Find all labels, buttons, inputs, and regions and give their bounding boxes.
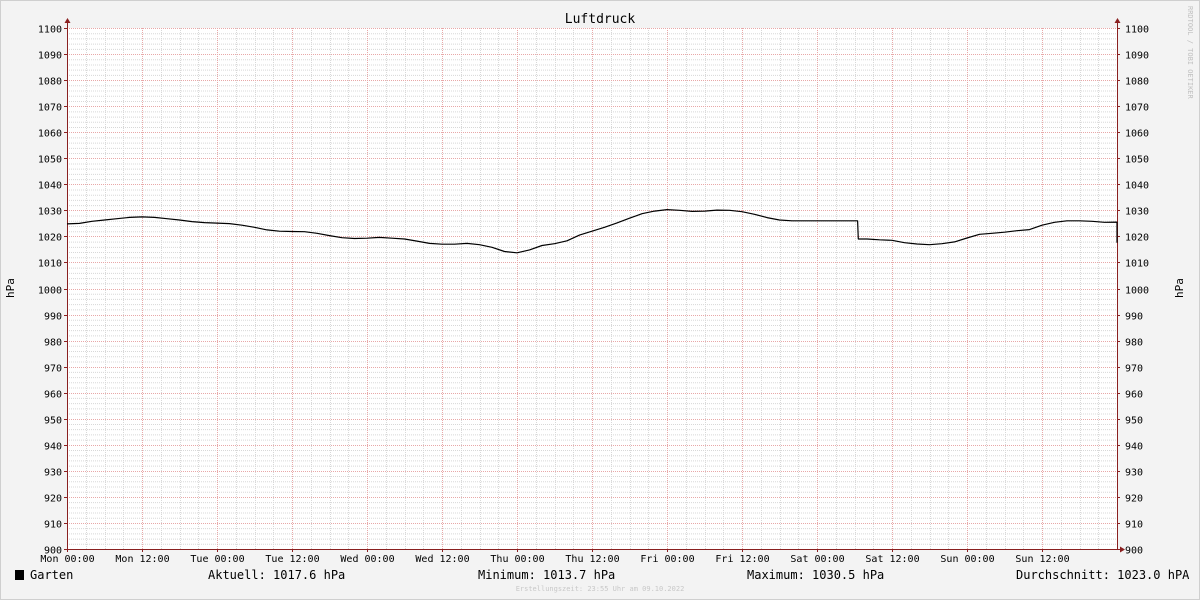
stat-minimum: Minimum: 1013.7 hPa <box>478 568 616 582</box>
y-tick-label-right: 1050 <box>1125 155 1149 166</box>
chart-title: Luftdruck <box>565 12 636 27</box>
x-tick-label: Tue 12:00 <box>265 554 319 565</box>
y-tick-label-left: 1070 <box>38 103 62 114</box>
x-tick-label: Sun 12:00 <box>1015 554 1069 565</box>
y-tick-label-right: 1030 <box>1125 207 1149 218</box>
y-tick-label-right: 930 <box>1125 468 1143 479</box>
x-tick-label: Mon 12:00 <box>115 554 169 565</box>
y-tick-label-left: 980 <box>44 338 62 349</box>
y-tick-label-left: 1080 <box>38 77 62 88</box>
y-tick-label-left: 990 <box>44 312 62 323</box>
series-swatch <box>15 570 24 580</box>
creation-timestamp: Erstellungszeit: 23:55 Uhr am 09.10.2022 <box>515 585 685 593</box>
y-tick-label-right: 1060 <box>1125 129 1149 140</box>
y-tick-label-right: 1100 <box>1125 25 1149 36</box>
y-tick-label-left: 940 <box>44 442 62 453</box>
y-tick-label-left: 1090 <box>38 51 62 62</box>
x-tick-label: Thu 12:00 <box>565 554 619 565</box>
y-tick-label-left: 1030 <box>38 207 62 218</box>
y-tick-label-left: 1040 <box>38 181 62 192</box>
x-tick-label: Mon 00:00 <box>40 554 94 565</box>
y-tick-label-right: 920 <box>1125 494 1143 505</box>
y-axis-label-left: hPa <box>4 278 17 298</box>
y-tick-label-left: 1000 <box>38 286 62 297</box>
y-tick-label-right: 990 <box>1125 312 1143 323</box>
y-tick-label-left: 910 <box>44 520 62 531</box>
y-tick-label-right: 1020 <box>1125 233 1149 244</box>
y-tick-label-right: 1000 <box>1125 286 1149 297</box>
y-tick-label-left: 930 <box>44 468 62 479</box>
y-tick-label-left: 960 <box>44 390 62 401</box>
y-tick-label-left: 970 <box>44 364 62 375</box>
y-tick-label-right: 1090 <box>1125 51 1149 62</box>
stat-maximum: Maximum: 1030.5 hPa <box>747 568 885 582</box>
y-tick-label-left: 1020 <box>38 233 62 244</box>
x-tick-label: Sat 12:00 <box>865 554 919 565</box>
rrdtool-watermark: RRDTOOL / TOBI OETIKER <box>1186 6 1194 100</box>
legend-bar: Garten Aktuell: 1017.6 hPa Minimum: 1013… <box>0 566 1200 586</box>
x-tick-label: Tue 00:00 <box>190 554 244 565</box>
y-tick-label-left: 950 <box>44 416 62 427</box>
x-tick-label: Wed 12:00 <box>415 554 469 565</box>
y-tick-label-right: 980 <box>1125 338 1143 349</box>
x-tick-label: Sat 00:00 <box>790 554 844 565</box>
y-tick-label-right: 1040 <box>1125 181 1149 192</box>
stat-current: Aktuell: 1017.6 hPa <box>208 568 346 582</box>
x-tick-label: Fri 12:00 <box>715 554 769 565</box>
y-tick-label-left: 1050 <box>38 155 62 166</box>
y-axis-arrow-left <box>64 18 71 23</box>
y-tick-label-left: 1060 <box>38 129 62 140</box>
stat-average: Durchschnitt: 1023.0 hPA <box>1016 568 1190 582</box>
y-tick-label-right: 940 <box>1125 442 1143 453</box>
y-tick-label-left: 1010 <box>38 259 62 270</box>
y-axis-arrow-right <box>1114 18 1121 23</box>
y-tick-label-right: 960 <box>1125 390 1143 401</box>
x-tick-label: Thu 00:00 <box>490 554 544 565</box>
legend-series-label: Garten <box>30 568 74 582</box>
x-tick-label: Sun 00:00 <box>940 554 994 565</box>
y-tick-label-right: 900 <box>1125 546 1143 557</box>
y-tick-label-left: 920 <box>44 494 62 505</box>
y-tick-label-right: 1070 <box>1125 103 1149 114</box>
y-tick-label-right: 950 <box>1125 416 1143 427</box>
y-axis-label-right: hPa <box>1173 278 1186 298</box>
grid-layer <box>67 28 1117 550</box>
x-tick-label: Fri 00:00 <box>640 554 694 565</box>
y-tick-label-right: 1010 <box>1125 259 1149 270</box>
y-tick-label-left: 1100 <box>38 25 62 36</box>
pressure-chart: 900 900910 910920 920930 930940 940950 950960 9… <box>4 6 1194 565</box>
y-tick-label-right: 1080 <box>1125 77 1149 88</box>
y-tick-label-right: 910 <box>1125 520 1143 531</box>
x-tick-label: Wed 00:00 <box>340 554 394 565</box>
y-tick-label-right: 970 <box>1125 364 1143 375</box>
